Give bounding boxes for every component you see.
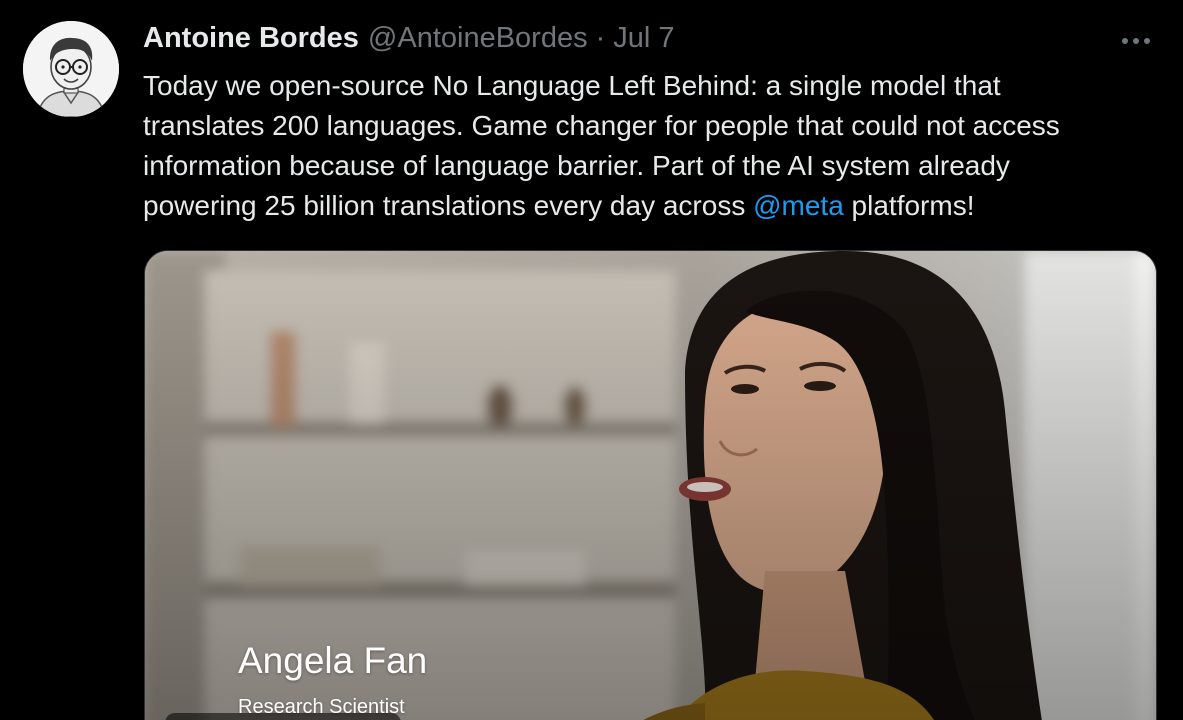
caption-name: Angela Fan [238, 640, 428, 681]
tweet-text-line: Today we open-source No Language Left Be… [143, 70, 1001, 101]
separator-dot: · [595, 22, 606, 54]
author-name[interactable]: Antoine Bordes [143, 22, 359, 55]
video-player[interactable]: Angela Fan Research Scientist [144, 250, 1157, 720]
avatar[interactable] [23, 21, 119, 117]
avatar-illustration [23, 21, 119, 117]
tweet-text-line: translates 200 languages. Game changer f… [143, 110, 1060, 141]
tweet-text-line: powering 25 billion translations every d… [143, 186, 1163, 226]
more-options-button[interactable] [1118, 30, 1154, 52]
tweet-text-segment: platforms! [843, 190, 975, 221]
tweet-header: Antoine Bordes @AntoineBordes · Jul 7 [143, 22, 675, 62]
tweet-text: Today we open-source No Language Left Be… [143, 66, 1163, 226]
author-handle[interactable]: @AntoineBordes [368, 22, 588, 55]
tweet[interactable]: Antoine Bordes @AntoineBordes · Jul 7 To… [0, 0, 1183, 720]
more-horizontal-icon [1122, 38, 1150, 44]
tweet-date[interactable]: Jul 7 [613, 22, 674, 55]
video-caption: Angela Fan Research Scientist [238, 639, 427, 720]
mention-link[interactable]: @meta [753, 190, 844, 221]
tweet-text-line: information because of language barrier.… [143, 150, 1010, 181]
tweet-text-segment: powering 25 billion translations every d… [143, 190, 754, 221]
video-controls[interactable] [165, 713, 401, 720]
